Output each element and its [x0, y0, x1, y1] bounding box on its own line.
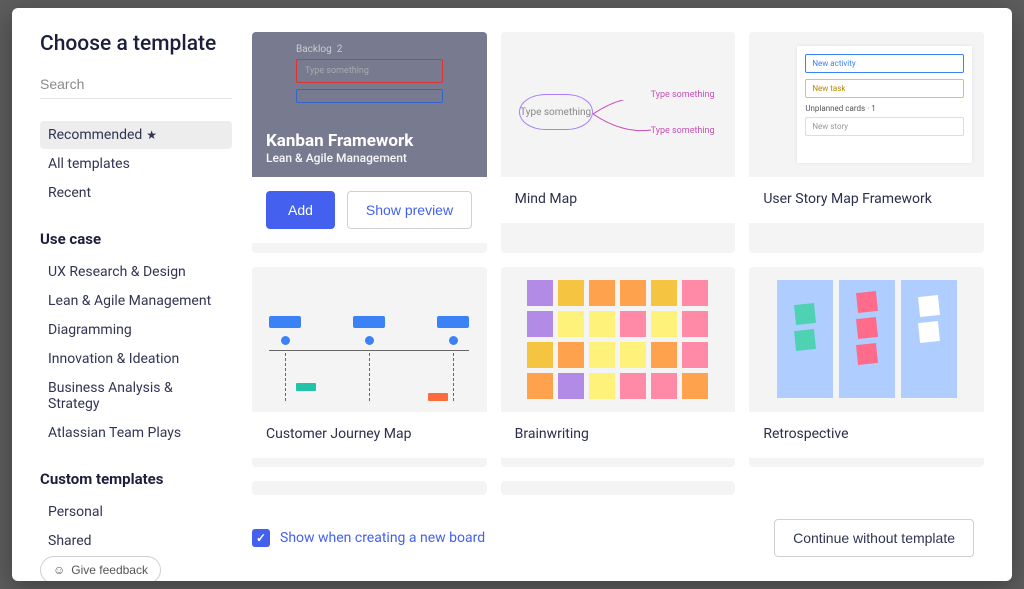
featured-overlay: Kanban Framework Lean & Agile Management	[252, 119, 487, 177]
sidebar-item-recent[interactable]: Recent	[40, 179, 232, 207]
retro-mock	[765, 268, 969, 410]
sidebar-item-atlassian-plays[interactable]: Atlassian Team Plays	[40, 419, 232, 447]
sidebar-item-label: Atlassian Team Plays	[48, 425, 181, 441]
card-label: Retrospective	[749, 412, 984, 458]
template-card-retrospective[interactable]: Retrospective	[749, 267, 984, 468]
card-preview	[501, 267, 736, 412]
page-title: Choose a template	[40, 32, 232, 56]
sidebar-item-shared[interactable]: Shared	[40, 527, 232, 555]
template-card-mindmap[interactable]: Type something Type something Type somet…	[501, 32, 736, 253]
sidebar-item-label: UX Research & Design	[48, 264, 186, 280]
card-preview: Backlog 2 Type something Kanban Framewor…	[252, 32, 487, 177]
smile-icon: ☺	[53, 563, 65, 577]
mindmap-node: Type something	[519, 94, 593, 130]
category-list-top: Recommended ★ All templates Recent	[40, 121, 232, 208]
card-preview: New activity New task Unplanned cards · …	[749, 32, 984, 177]
sidebar-item-label: Recent	[48, 185, 91, 201]
main-content: Backlog 2 Type something Kanban Framewor…	[252, 8, 1012, 581]
featured-subtitle: Lean & Agile Management	[266, 151, 473, 165]
card-label: Mind Map	[501, 177, 736, 223]
template-card-userstory[interactable]: New activity New task Unplanned cards · …	[749, 32, 984, 253]
sidebar-item-diagramming[interactable]: Diagramming	[40, 316, 232, 344]
kanban-mock: Backlog 2 Type something	[296, 44, 443, 109]
footer: ✓ Show when creating a new board Continu…	[252, 505, 996, 569]
sidebar-item-label: Shared	[48, 533, 92, 549]
sidebar-item-lean-agile[interactable]: Lean & Agile Management	[40, 287, 232, 315]
template-card-brainwriting[interactable]: Brainwriting	[501, 267, 736, 468]
card-label: User Story Map Framework	[749, 177, 984, 223]
show-on-create-toggle[interactable]: ✓ Show when creating a new board	[252, 529, 485, 547]
sidebar-item-recommended[interactable]: Recommended ★	[40, 121, 232, 149]
star-icon: ★	[146, 128, 157, 142]
sidebar-item-ux-research[interactable]: UX Research & Design	[40, 258, 232, 286]
category-list-custom: Personal Shared	[40, 498, 232, 556]
featured-actions: Add Show preview	[252, 177, 487, 243]
checkbox-icon: ✓	[252, 529, 270, 547]
sidebar-item-label: Innovation & Ideation	[48, 351, 179, 367]
sidebar-item-all-templates[interactable]: All templates	[40, 150, 232, 178]
card-preview: Type something Type something Type somet…	[501, 32, 736, 177]
featured-title: Kanban Framework	[266, 131, 473, 151]
template-card-journey[interactable]: Customer Journey Map	[252, 267, 487, 468]
usm-mock: New activity New task Unplanned cards · …	[797, 46, 972, 163]
sidebar-header-custom: Custom templates	[40, 470, 232, 488]
template-card-kanban[interactable]: Backlog 2 Type something Kanban Framewor…	[252, 32, 487, 253]
continue-without-template-button[interactable]: Continue without template	[774, 519, 974, 557]
sidebar: Choose a template Recommended ★ All temp…	[12, 8, 252, 581]
mindmap-connector-icon	[593, 100, 653, 140]
sidebar-item-label: All templates	[48, 156, 130, 172]
sidebar-item-label: Diagramming	[48, 322, 132, 338]
notes-mock	[527, 280, 708, 399]
sidebar-item-label: Personal	[48, 504, 103, 520]
template-grid: Backlog 2 Type something Kanban Framewor…	[252, 32, 996, 505]
category-list-usecase: UX Research & Design Lean & Agile Manage…	[40, 258, 232, 448]
template-picker-modal: Choose a template Recommended ★ All temp…	[12, 8, 1012, 581]
card-label: Brainwriting	[501, 412, 736, 458]
card-label: Customer Journey Map	[252, 412, 487, 458]
checkbox-label: Show when creating a new board	[280, 530, 485, 546]
add-button[interactable]: Add	[266, 191, 335, 229]
sidebar-header-usecase: Use case	[40, 230, 232, 248]
sidebar-item-business-analysis[interactable]: Business Analysis & Strategy	[40, 374, 232, 418]
sidebar-item-label: Business Analysis & Strategy	[48, 380, 224, 412]
sidebar-item-label: Recommended	[48, 127, 142, 143]
card-preview	[252, 267, 487, 412]
template-card-cutoff[interactable]	[252, 481, 487, 495]
card-preview	[749, 267, 984, 412]
search-input[interactable]	[40, 70, 232, 99]
show-preview-button[interactable]: Show preview	[347, 191, 472, 229]
feedback-label: Give feedback	[71, 563, 148, 577]
sidebar-item-label: Lean & Agile Management	[48, 293, 211, 309]
sidebar-item-personal[interactable]: Personal	[40, 498, 232, 526]
sidebar-item-innovation[interactable]: Innovation & Ideation	[40, 345, 232, 373]
template-card-cutoff[interactable]	[501, 481, 736, 495]
give-feedback-button[interactable]: ☺ Give feedback	[40, 556, 161, 581]
